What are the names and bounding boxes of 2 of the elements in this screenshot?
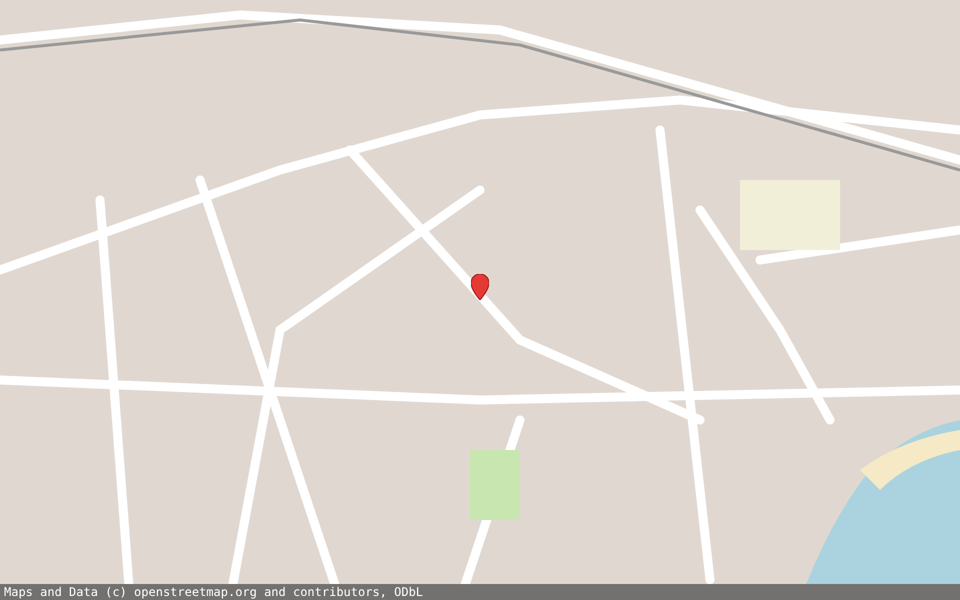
map-pin-icon[interactable] bbox=[471, 274, 489, 300]
attribution-text: Maps and Data (c) openstreetmap.org and contributors, ODbL bbox=[4, 586, 424, 598]
